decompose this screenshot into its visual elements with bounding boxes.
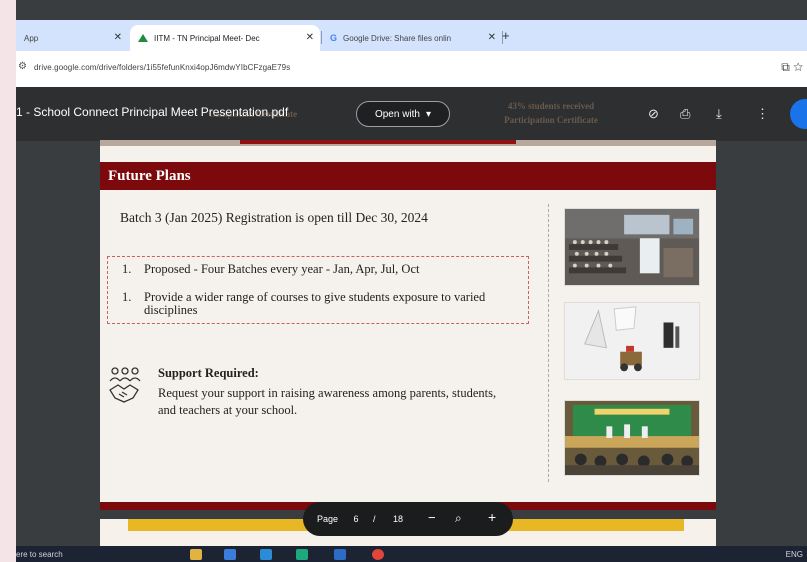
background-slide-text: 43% students received <box>507 101 595 111</box>
download-icon[interactable]: ⤓ <box>716 106 722 122</box>
windows-taskbar: ere to search ENG <box>16 546 807 562</box>
robotics-photo <box>564 302 700 380</box>
site-settings-icon[interactable]: ⚙ <box>18 61 27 72</box>
bookmark-star-icon[interactable]: ⧉ ☆ <box>781 60 803 75</box>
support-heading: Support Required: <box>158 366 259 380</box>
list-number: 1. <box>122 262 132 276</box>
tab-label: IITM - TN Principal Meet- Dec <box>154 33 260 43</box>
registration-text: Batch 3 (Jan 2025) Registration is open … <box>120 210 428 225</box>
avatar[interactable] <box>790 99 807 129</box>
file-explorer-icon[interactable] <box>190 549 202 560</box>
list-text: Proposed - Four Batches every year - Jan… <box>144 262 420 276</box>
page-navigation: Page 6 / 18 − ⌕ + <box>303 502 513 536</box>
slide-header-bar: Future Plans <box>100 162 716 190</box>
page-total: 18 <box>393 514 404 524</box>
tab-label: App <box>24 33 39 43</box>
page-separator: / <box>373 514 376 524</box>
new-tab-button[interactable]: + <box>502 28 510 43</box>
support-text: Request your support in raising awarenes… <box>158 386 497 417</box>
store-icon[interactable] <box>224 549 236 560</box>
page-number-input[interactable]: 6 <box>349 514 363 524</box>
open-with-button[interactable]: Open with ▾ <box>356 101 450 127</box>
taskbar-search[interactable]: ere to search <box>16 550 63 559</box>
caret-down-icon: ▾ <box>426 108 432 120</box>
pdf-viewer-toolbar: Completion Certificate 43% students rece… <box>16 87 807 141</box>
screen: App ✕ IITM - TN Principal Meet- Dec ✕ G … <box>16 0 807 562</box>
lecture-hall-photo <box>564 208 700 286</box>
address-bar: ⚙ drive.google.com/drive/folders/1i55fef… <box>16 51 807 87</box>
close-icon[interactable]: ✕ <box>488 32 496 43</box>
previous-slide-edge <box>240 140 516 144</box>
close-icon[interactable]: ✕ <box>114 32 122 43</box>
slide-title: Future Plans <box>108 168 191 184</box>
pdf-slide: Future Plans Batch 3 (Jan 2025) Registra… <box>100 140 716 510</box>
list-number: 1. <box>122 290 132 304</box>
zoom-out-button[interactable]: − <box>428 510 436 525</box>
handshake-people-icon <box>109 367 141 403</box>
zoom-icon[interactable]: ⌕ <box>455 511 462 526</box>
close-icon[interactable]: ✕ <box>306 32 314 43</box>
zoom-in-button[interactable]: + <box>488 509 496 525</box>
edge-icon[interactable] <box>296 549 308 560</box>
browser-tab-strip: App ✕ IITM - TN Principal Meet- Dec ✕ G … <box>16 20 807 51</box>
plans-box: 1. Proposed - Four Batches every year - … <box>107 256 529 324</box>
chrome-icon[interactable] <box>372 549 384 560</box>
url-field[interactable]: drive.google.com/drive/folders/1i55fefun… <box>34 63 290 72</box>
tab-google-drive[interactable]: G Google Drive: Share files onlin ✕ <box>322 25 502 51</box>
background-slide-text: Participation Certificate <box>504 115 598 125</box>
document-title: 1 - School Connect Principal Meet Presen… <box>16 105 289 119</box>
page-label: Page <box>317 514 339 524</box>
google-drive-icon <box>138 34 148 42</box>
tab-app[interactable]: App ✕ <box>16 25 128 51</box>
word-icon[interactable] <box>334 549 346 560</box>
tab-iitm-principal-meet[interactable]: IITM - TN Principal Meet- Dec ✕ <box>130 25 320 51</box>
system-tray[interactable]: ENG <box>786 550 803 559</box>
more-options-icon[interactable]: ⋮ <box>756 106 769 122</box>
add-shortcut-icon[interactable]: ⊘ <box>648 106 659 122</box>
outlook-icon[interactable] <box>260 549 272 560</box>
open-with-label: Open with <box>374 108 420 120</box>
print-icon[interactable]: ⎙ <box>680 106 690 122</box>
dashed-divider <box>548 204 549 482</box>
list-text: Provide a wider range of courses to give… <box>144 290 486 317</box>
tab-label: Google Drive: Share files onlin <box>343 33 452 43</box>
event-stage-photo <box>564 400 700 476</box>
google-icon: G <box>330 33 338 43</box>
